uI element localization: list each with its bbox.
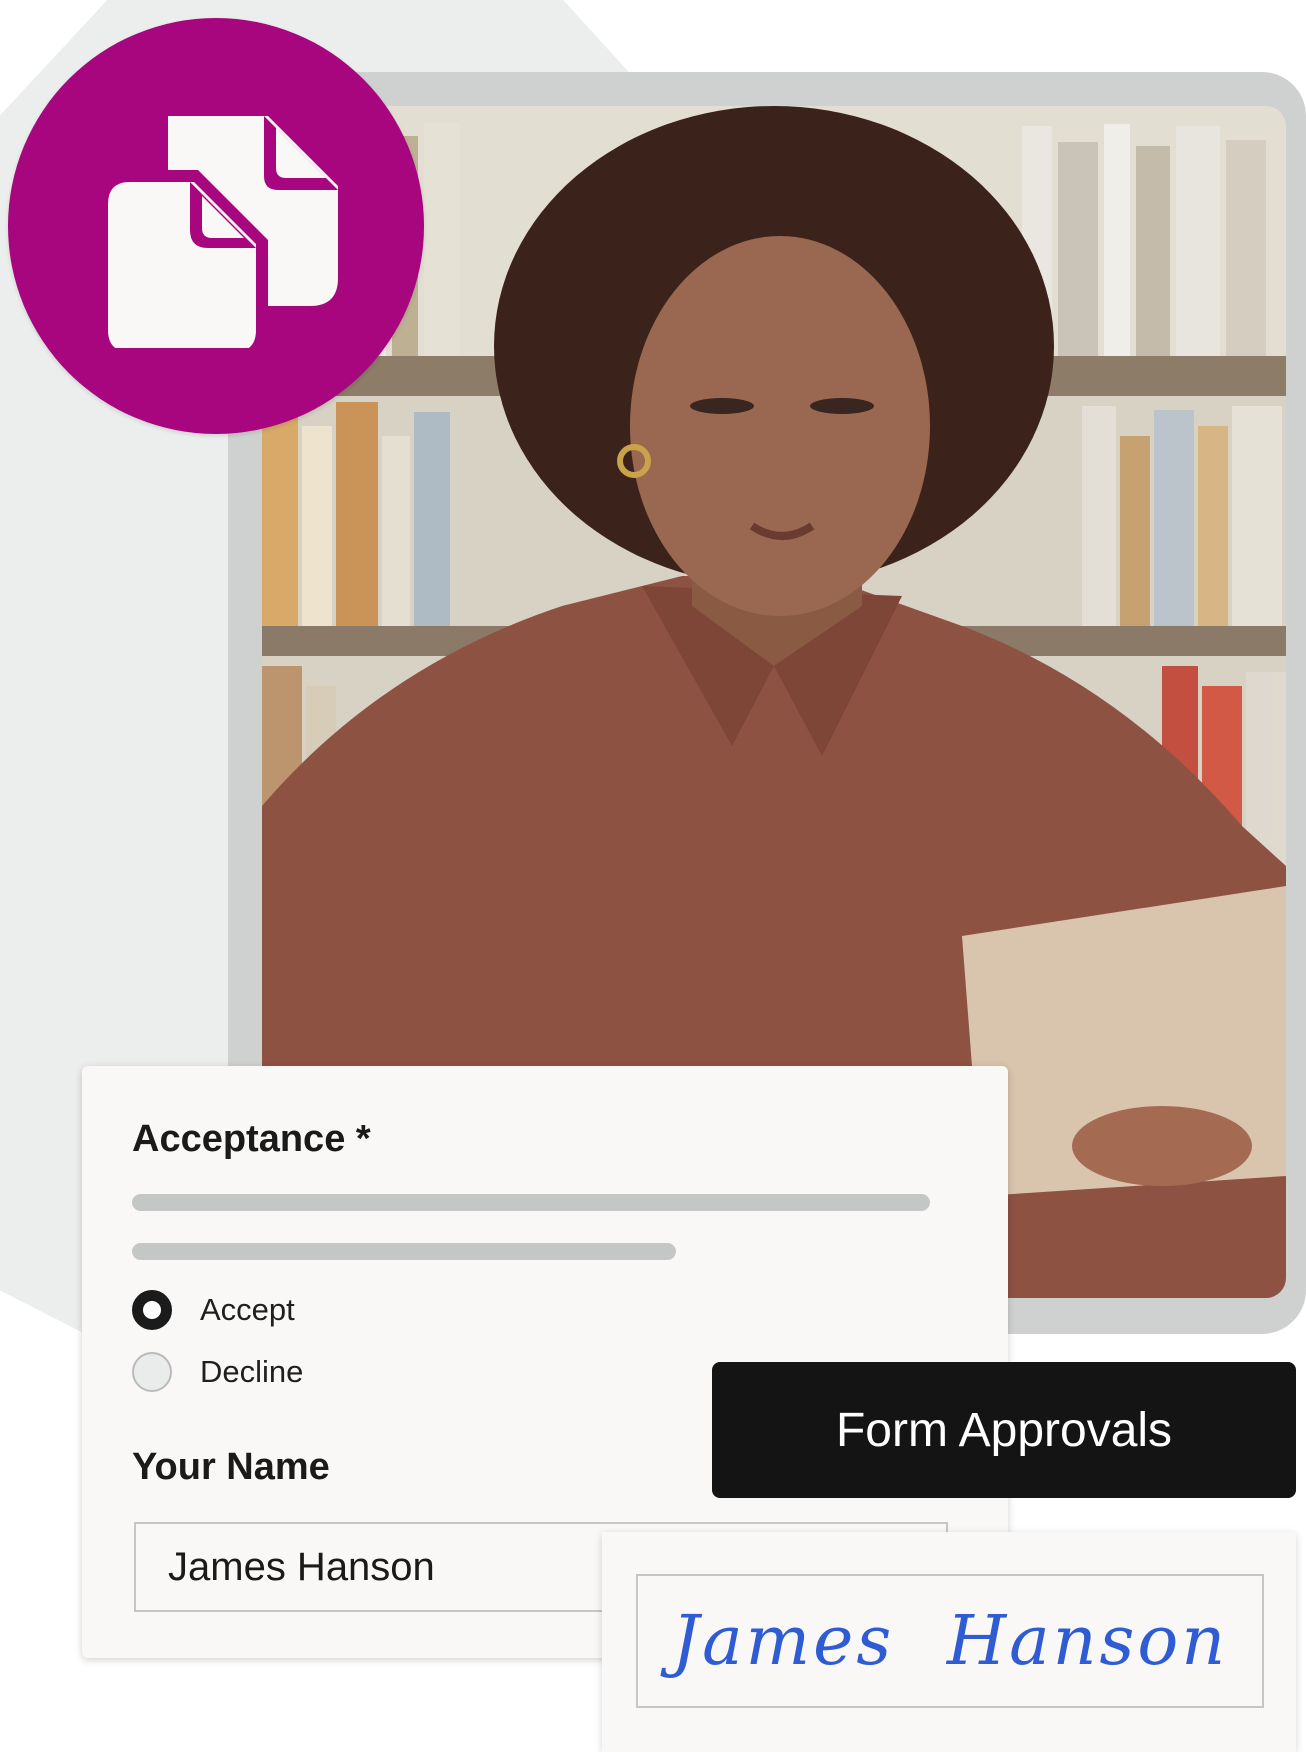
decline-label: Decline	[200, 1354, 304, 1389]
documents-icon	[98, 116, 338, 348]
accept-radio[interactable]	[132, 1290, 172, 1330]
signature-card: James Hanson	[602, 1532, 1296, 1752]
placeholder-text-line	[132, 1194, 930, 1211]
accept-label: Accept	[200, 1292, 295, 1327]
decline-option[interactable]: Decline	[132, 1352, 303, 1392]
accept-option[interactable]: Accept	[132, 1290, 295, 1330]
form-approvals-button[interactable]: Form Approvals	[712, 1362, 1296, 1498]
documents-badge	[8, 18, 424, 434]
your-name-label: Your Name	[132, 1446, 330, 1488]
placeholder-text-line	[132, 1243, 676, 1260]
decline-radio[interactable]	[132, 1352, 172, 1392]
signature-field[interactable]: James Hanson	[636, 1574, 1264, 1708]
signature-text: James Hanson	[671, 1601, 1229, 1681]
acceptance-heading: Acceptance *	[132, 1118, 371, 1160]
